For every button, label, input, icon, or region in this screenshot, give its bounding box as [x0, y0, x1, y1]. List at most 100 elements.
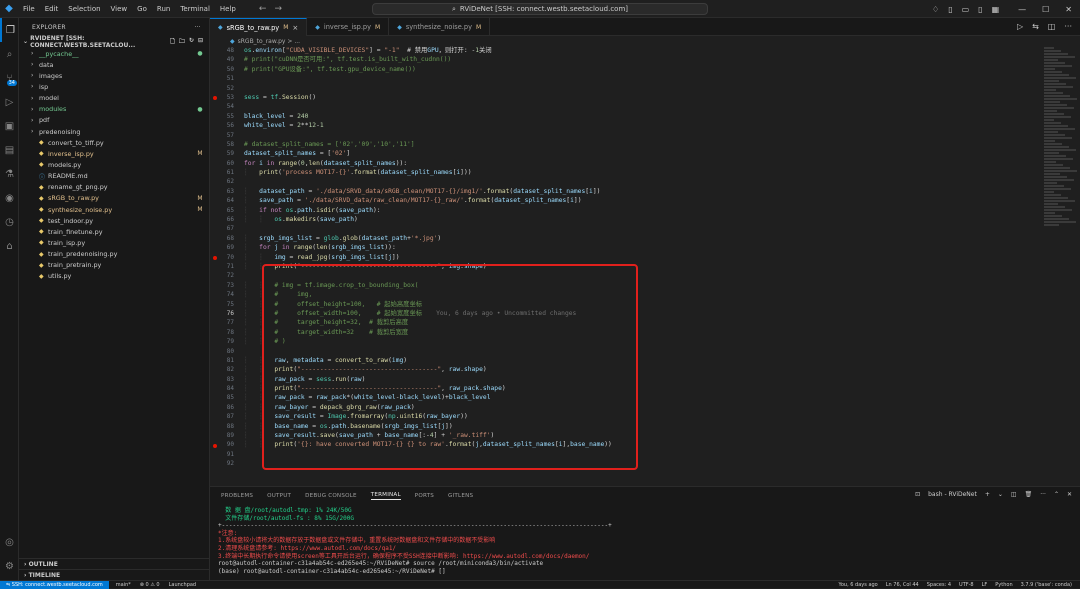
back-arrow-icon[interactable]: ←: [259, 4, 267, 14]
code-line[interactable]: ┆ ┆ base_name = os.path.basename(srgb_im…: [244, 422, 1034, 431]
source-control-icon[interactable]: ⑂ 34: [0, 66, 19, 90]
code-line[interactable]: [244, 271, 1034, 280]
file-item[interactable]: ◆ train_isp.py: [19, 237, 209, 248]
code-line[interactable]: ┆ ┆ print("-----------------------------…: [244, 262, 1034, 271]
line-number[interactable]: 57: [210, 131, 234, 140]
menu-item-help[interactable]: Help: [215, 0, 241, 18]
remote-indicator[interactable]: ⇋ SSH: connect.westb.seetacloud.com: [0, 580, 109, 589]
line-number[interactable]: 56: [210, 121, 234, 130]
status-item[interactable]: Python: [995, 582, 1012, 588]
file-item[interactable]: ◆ test_indoor.py: [19, 215, 209, 226]
extensions-icon[interactable]: ▣: [0, 114, 19, 138]
status-item[interactable]: 3.7.9 ('base': conda): [1021, 582, 1072, 588]
testing-icon[interactable]: ⚗: [0, 162, 19, 186]
code-line[interactable]: [244, 459, 1034, 468]
line-number[interactable]: 69: [210, 243, 234, 252]
line-number[interactable]: 65: [210, 206, 234, 215]
code-line[interactable]: white_level = 2**12-1: [244, 121, 1034, 130]
code-line[interactable]: # print("GPU设备:", tf.test.gpu_device_nam…: [244, 65, 1034, 74]
account-icon[interactable]: ◎: [0, 530, 19, 554]
open-changes-icon[interactable]: ⇆: [1032, 22, 1039, 31]
code-line[interactable]: ┆ ┆ raw, metadata = convert_to_raw(img): [244, 356, 1034, 365]
menu-item-run[interactable]: Run: [152, 0, 175, 18]
code-line[interactable]: ┆ ┆ # offset_width=100, # 起始宽度坐标 You, 6 d…: [244, 309, 1034, 318]
new-terminal-icon[interactable]: +: [985, 491, 990, 498]
line-number[interactable]: 60: [210, 159, 234, 168]
code-line[interactable]: ┆ dataset_path = './data/SRVD_data/sRGB_…: [244, 187, 1034, 196]
maximize-icon[interactable]: ☐: [1042, 5, 1049, 14]
code-line[interactable]: ┆ ┆ # target_width=32 # 裁剪后宽度: [244, 328, 1034, 337]
line-number[interactable]: 61: [210, 168, 234, 177]
panel-tab-gitlens[interactable]: GITLENS: [448, 493, 473, 499]
folder-item[interactable]: › data: [19, 59, 209, 70]
panel-tab-terminal[interactable]: TERMINAL: [370, 492, 401, 500]
line-number-gutter[interactable]: 48 49 50 51 52 53 54 55 56 57 58 59 60 61 62 63 64 65 66 67…: [210, 46, 234, 486]
code-line[interactable]: ┆ if not os.path.isdir(save_path):: [244, 206, 1034, 215]
explorer-icon[interactable]: ❐: [0, 18, 19, 42]
toggle-secondary-sidebar-icon[interactable]: ▯: [978, 5, 982, 14]
code-line[interactable]: [244, 74, 1034, 83]
line-number[interactable]: 75: [210, 300, 234, 309]
breakpoint-icon[interactable]: [213, 443, 217, 448]
code-content[interactable]: os.environ["CUDA_VISIBLE_DEVICES"] = "-1…: [244, 46, 1034, 469]
line-number[interactable]: 63: [210, 187, 234, 196]
code-line[interactable]: black_level = 240: [244, 112, 1034, 121]
file-item[interactable]: ◆ convert_to_tiff.py: [19, 137, 209, 148]
line-number[interactable]: 49: [210, 55, 234, 64]
code-line[interactable]: ┆ ┆ raw_bayer = depack_gbrg_raw(raw_pack…: [244, 403, 1034, 412]
code-line[interactable]: [244, 131, 1034, 140]
customize-layout-icon[interactable]: ▦: [992, 5, 1000, 14]
code-line[interactable]: [244, 102, 1034, 111]
line-number[interactable]: 86: [210, 403, 234, 412]
code-line[interactable]: [244, 347, 1034, 356]
tab-synthesize_noise.py[interactable]: ◆ synthesize_noise.py M: [389, 18, 491, 36]
breakpoint-icon[interactable]: [213, 255, 217, 260]
menu-item-selection[interactable]: Selection: [63, 0, 105, 18]
workspace-root[interactable]: ⌄ RVIDENET [SSH: CONNECT.WESTB.SEETACLOU…: [19, 35, 209, 49]
copilot-icon[interactable]: ♢: [932, 5, 939, 14]
menu-item-edit[interactable]: Edit: [40, 0, 64, 18]
line-number[interactable]: 85: [210, 393, 234, 402]
code-line[interactable]: for i in range(0,len(dataset_split_names…: [244, 159, 1034, 168]
tab-inverse_isp.py[interactable]: ◆ inverse_isp.py M: [307, 18, 390, 36]
refresh-icon[interactable]: ↻: [189, 37, 194, 47]
line-number[interactable]: 78: [210, 328, 234, 337]
line-number[interactable]: 52: [210, 84, 234, 93]
close-icon[interactable]: ×: [292, 24, 298, 32]
code-line[interactable]: ┆ ┆ # img = tf.image.crop_to_bounding_bo…: [244, 281, 1034, 290]
split-editor-icon[interactable]: ◫: [1048, 22, 1056, 31]
file-item[interactable]: ◆ train_finetune.py: [19, 226, 209, 237]
gitlens-icon[interactable]: ◉: [0, 186, 19, 210]
new-file-icon[interactable]: 🗋: [170, 37, 175, 47]
folder-item[interactable]: › modules ●: [19, 104, 209, 115]
line-number[interactable]: 88: [210, 422, 234, 431]
line-number[interactable]: 79: [210, 337, 234, 346]
status-item[interactable]: Spaces: 4: [927, 582, 951, 588]
code-line[interactable]: ┆ ┆ save_result.save(save_path + base_na…: [244, 431, 1034, 440]
code-line[interactable]: ┆ ┆ print("-----------------------------…: [244, 365, 1034, 374]
panel-tab-ports[interactable]: PORTS: [415, 493, 434, 499]
minimize-icon[interactable]: —: [1018, 5, 1026, 14]
toggle-sidebar-icon[interactable]: ▯: [948, 5, 952, 14]
more-editor-actions-icon[interactable]: ···: [1064, 22, 1072, 31]
timeline-section[interactable]: › TIMELINE: [19, 569, 210, 580]
outline-section[interactable]: › OUTLINE: [19, 558, 210, 569]
line-number[interactable]: 67: [210, 224, 234, 233]
file-item[interactable]: ◆ train_predenoising.py: [19, 249, 209, 260]
split-terminal-icon[interactable]: ◫: [1011, 491, 1017, 498]
panel-tab-problems[interactable]: PROBLEMS: [221, 493, 253, 499]
terminal-dropdown-icon[interactable]: ⌄: [998, 491, 1003, 498]
line-number[interactable]: 80: [210, 347, 234, 356]
code-line[interactable]: ┆ ┆ # target_height=32, # 裁剪后高度: [244, 318, 1034, 327]
toggle-panel-icon[interactable]: ▭: [962, 5, 970, 14]
code-line[interactable]: [244, 450, 1034, 459]
line-number[interactable]: 54: [210, 102, 234, 111]
menu-item-go[interactable]: Go: [132, 0, 152, 18]
line-number[interactable]: 76: [210, 309, 234, 318]
breadcrumb[interactable]: ◆ sRGB_to_raw.py > ...: [210, 36, 1080, 46]
line-number[interactable]: 84: [210, 384, 234, 393]
timeline-view-icon[interactable]: ◷: [0, 210, 19, 234]
file-item[interactable]: ◆ inverse_isp.py M: [19, 148, 209, 159]
code-line[interactable]: [244, 177, 1034, 186]
line-number[interactable]: 81: [210, 356, 234, 365]
